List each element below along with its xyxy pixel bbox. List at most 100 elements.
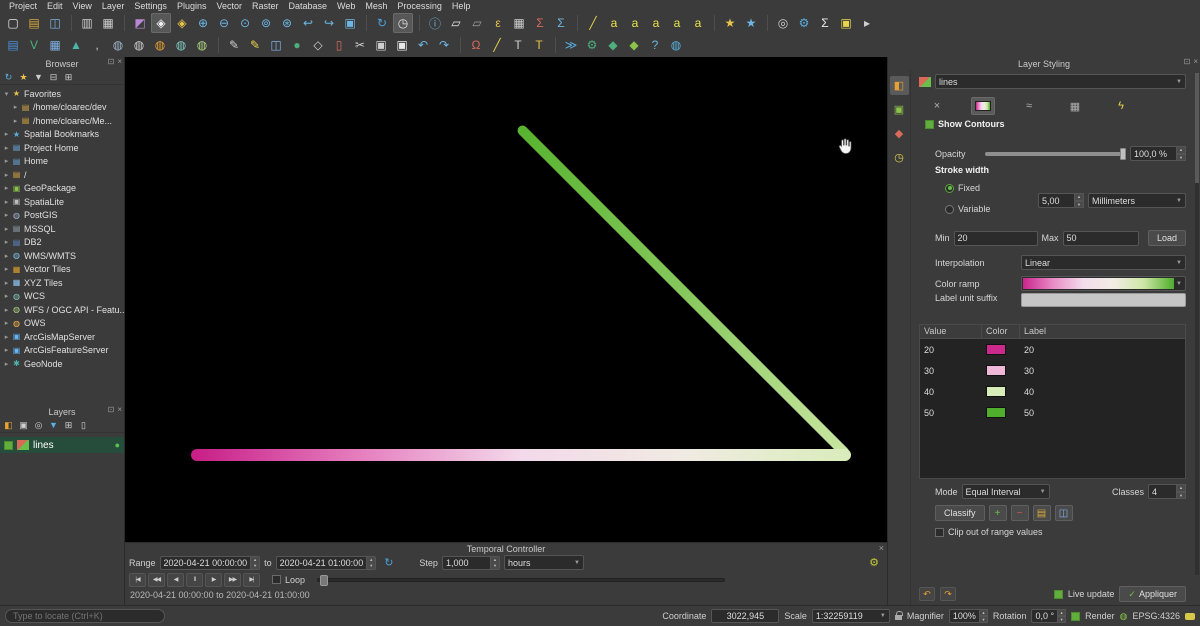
browser-item-db2[interactable]: ▸▤DB2 bbox=[0, 236, 124, 250]
menu-project[interactable]: Project bbox=[4, 1, 42, 11]
tab-contours-icon[interactable] bbox=[971, 97, 995, 115]
log-messages-icon[interactable]: ▣ bbox=[836, 13, 856, 33]
variable-radio[interactable] bbox=[945, 205, 954, 214]
layout-manager-icon[interactable]: ▦ bbox=[98, 13, 118, 33]
label-highlight-icon[interactable]: a bbox=[625, 13, 645, 33]
add-wms-layer-icon[interactable]: ◍ bbox=[150, 35, 170, 55]
load-button[interactable]: Load bbox=[1148, 230, 1186, 246]
class-row[interactable]: 2020 bbox=[920, 339, 1185, 360]
browser-item-xyz-tiles[interactable]: ▸▦XYZ Tiles bbox=[0, 276, 124, 290]
layer-item-lines[interactable]: lines ● bbox=[0, 437, 124, 453]
new-map-view-icon[interactable]: ▣ bbox=[340, 13, 360, 33]
render-checkbox[interactable] bbox=[1071, 612, 1080, 621]
data-source-manager-icon[interactable]: ▤ bbox=[3, 35, 23, 55]
layer-select[interactable]: lines ▼ bbox=[935, 74, 1186, 89]
zoom-to-layer-icon[interactable]: ⊛ bbox=[277, 13, 297, 33]
close-icon[interactable]: × bbox=[879, 543, 884, 553]
menu-mesh[interactable]: Mesh bbox=[360, 1, 392, 11]
label-rotate-icon[interactable]: a bbox=[688, 13, 708, 33]
map-themes-icon[interactable]: ◎ bbox=[773, 13, 793, 33]
measure-line-icon[interactable]: ╱ bbox=[487, 35, 507, 55]
style-manager-icon[interactable]: ◩ bbox=[130, 13, 150, 33]
browser-item-item[interactable]: ▸▤/ bbox=[0, 168, 124, 182]
dock-icon[interactable]: ⊡ bbox=[108, 405, 115, 414]
annotation-icon[interactable]: T bbox=[529, 35, 549, 55]
plugin-manager-icon[interactable]: ◆ bbox=[603, 35, 623, 55]
tab-vectors-icon[interactable]: ≈ bbox=[1017, 97, 1041, 115]
close-icon[interactable]: × bbox=[117, 405, 122, 414]
close-icon[interactable]: × bbox=[117, 57, 122, 66]
lock-scale-icon[interactable] bbox=[895, 615, 902, 620]
symbology-tab-icon[interactable]: ◧ bbox=[890, 76, 909, 95]
map-canvas[interactable] bbox=[125, 57, 887, 542]
class-row[interactable]: 4040 bbox=[920, 381, 1185, 402]
tab-averaging-icon[interactable]: ϟ bbox=[1109, 97, 1133, 115]
grass-tools-icon[interactable]: ◆ bbox=[624, 35, 644, 55]
pause-button[interactable]: Ⅱ bbox=[186, 573, 203, 587]
menu-plugins[interactable]: Plugins bbox=[172, 1, 212, 11]
browser-item-spatialite[interactable]: ▸▣SpatiaLite bbox=[0, 195, 124, 209]
fixed-radio[interactable] bbox=[945, 184, 954, 193]
add-wfs-layer-icon[interactable]: ◍ bbox=[192, 35, 212, 55]
zoom-last-icon[interactable]: ↩ bbox=[298, 13, 318, 33]
browser-item-arcgisfeatureserver[interactable]: ▸▣ArcGisFeatureServer bbox=[0, 344, 124, 358]
stroke-width-unit-select[interactable]: Millimeters ▼ bbox=[1088, 193, 1186, 208]
color-ramp-select[interactable]: ▼ bbox=[1021, 276, 1186, 291]
style-redo-button[interactable]: ↷ bbox=[940, 587, 956, 601]
coordinate-input[interactable]: 3022,945 bbox=[711, 609, 779, 623]
expand-arrow-icon[interactable]: ▸ bbox=[2, 144, 11, 152]
menu-settings[interactable]: Settings bbox=[129, 1, 172, 11]
apply-button[interactable]: ✓ Appliquer bbox=[1119, 586, 1186, 602]
step-input[interactable]: 1,000 ▲▼ bbox=[442, 556, 500, 570]
processing-toolbox-icon[interactable]: ⚙ bbox=[582, 35, 602, 55]
browser-item-spatial-bookmarks[interactable]: ▸★Spatial Bookmarks bbox=[0, 128, 124, 142]
stroke-width-spinbox[interactable]: 5,00 ▲▼ bbox=[1038, 193, 1084, 208]
add-feature-icon[interactable]: ● bbox=[287, 35, 307, 55]
menu-web[interactable]: Web bbox=[332, 1, 360, 11]
select-features-icon[interactable]: ▱ bbox=[446, 13, 466, 33]
spinner-arrows-icon[interactable]: ▲▼ bbox=[1074, 193, 1084, 208]
class-row[interactable]: 5050 bbox=[920, 402, 1185, 423]
add-mesh-layer-icon[interactable]: ▲ bbox=[66, 35, 86, 55]
class-color-swatch[interactable] bbox=[986, 365, 1006, 376]
play-backward-button[interactable]: ◀ bbox=[167, 573, 184, 587]
browser-item-favorites[interactable]: ▾★Favorites bbox=[0, 87, 124, 101]
snapping-icon[interactable]: Ω bbox=[466, 35, 486, 55]
menu-database[interactable]: Database bbox=[284, 1, 333, 11]
frame-forward-button[interactable]: ▶▶ bbox=[224, 573, 241, 587]
add-group-icon[interactable]: ▣ bbox=[17, 419, 30, 432]
zoom-out-icon[interactable]: ⊖ bbox=[214, 13, 234, 33]
browser-item-wms-wmts[interactable]: ▸◍WMS/WMTS bbox=[0, 249, 124, 263]
label-move-icon[interactable]: a bbox=[667, 13, 687, 33]
field-calculator-icon[interactable]: Σ bbox=[530, 13, 550, 33]
label-toolbar-icon[interactable]: a bbox=[604, 13, 624, 33]
python-console-icon[interactable]: ≫ bbox=[561, 35, 581, 55]
expand-arrow-icon[interactable]: ▸ bbox=[2, 157, 11, 165]
locator-input[interactable] bbox=[5, 609, 165, 623]
step-unit-select[interactable]: hours ▼ bbox=[504, 555, 584, 570]
pan-map-icon[interactable]: ◈ bbox=[151, 13, 171, 33]
refresh-map-icon[interactable]: ↻ bbox=[372, 13, 392, 33]
filter-legend-icon[interactable]: ▼ bbox=[47, 419, 60, 432]
time-slider-handle[interactable] bbox=[320, 575, 328, 586]
help-icon[interactable]: ? bbox=[645, 35, 665, 55]
menu-processing[interactable]: Processing bbox=[392, 1, 447, 11]
scale-select[interactable]: 1:32259119 ▼ bbox=[812, 609, 890, 623]
properties-widget-icon[interactable]: ⊞ bbox=[62, 71, 75, 84]
add-class-button[interactable]: + bbox=[989, 505, 1007, 521]
browser-item-wcs[interactable]: ▸◍WCS bbox=[0, 290, 124, 304]
messages-icon[interactable] bbox=[1185, 613, 1195, 620]
scrollbar-thumb[interactable] bbox=[1195, 73, 1199, 183]
load-color-map-button[interactable]: ▤ bbox=[1033, 505, 1051, 521]
menu-help[interactable]: Help bbox=[447, 1, 476, 11]
dock-icon[interactable]: ⊡ bbox=[108, 57, 115, 66]
style-undo-button[interactable]: ↶ bbox=[919, 587, 935, 601]
expand-arrow-icon[interactable]: ▸ bbox=[2, 211, 11, 219]
statistics-panel-icon[interactable]: Σ bbox=[815, 13, 835, 33]
expand-arrow-icon[interactable]: ▸ bbox=[2, 265, 11, 273]
undo-icon[interactable]: ↶ bbox=[413, 35, 433, 55]
live-update-checkbox[interactable] bbox=[1054, 590, 1063, 599]
play-forward-button[interactable]: ▶ bbox=[205, 573, 222, 587]
expand-arrow-icon[interactable]: ▸ bbox=[11, 117, 20, 125]
spinner-arrows-icon[interactable]: ▲▼ bbox=[250, 557, 259, 569]
